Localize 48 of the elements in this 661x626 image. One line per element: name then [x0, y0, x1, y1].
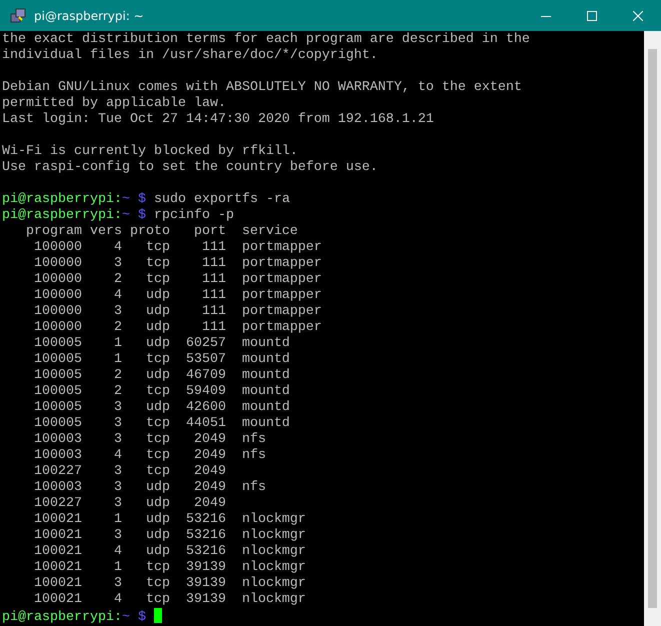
close-icon	[633, 10, 643, 20]
output-line: 100021 4 tcp 39139 nlockmgr	[32, 592, 306, 607]
output-line: Use raspi-config to set the country before use.	[2, 160, 378, 175]
command-text: sudo exportfs -ra	[154, 192, 290, 207]
output-line: Wi-Fi is currently blocked by rfkill.	[2, 144, 298, 159]
prompt-user-host: pi@raspberrypi:	[2, 192, 122, 207]
output-line: 100005 2 udp 46709 mountd	[32, 368, 290, 383]
output-line: permitted by applicable law.	[2, 96, 226, 111]
output-line: 100000 4 udp 111 portmapper	[32, 288, 322, 303]
scrollbar[interactable]	[644, 31, 661, 626]
terminal-app-icon	[10, 8, 26, 24]
prompt-path: ~	[122, 192, 130, 207]
output-line: Debian GNU/Linux comes with ABSOLUTELY NO WARRANTY, to the extent	[2, 80, 522, 95]
maximize-icon	[587, 10, 597, 20]
output-line: 100005 3 udp 42600 mountd	[32, 400, 290, 415]
output-line: 100003 3 udp 2049 nfs	[32, 480, 266, 495]
output-line: 100021 3 udp 53216 nlockmgr	[32, 528, 306, 543]
output-line: 100000 4 tcp 111 portmapper	[32, 240, 322, 255]
output-line: 100005 1 udp 60257 mountd	[32, 336, 290, 351]
output-line: 100021 1 tcp 39139 nlockmgr	[32, 560, 306, 575]
output-line: 100021 4 udp 53216 nlockmgr	[32, 544, 306, 559]
output-line: 100000 2 tcp 111 portmapper	[32, 272, 322, 287]
output-line: 100000 3 udp 111 portmapper	[32, 304, 322, 319]
output-line: 100005 1 tcp 53507 mountd	[32, 352, 290, 367]
scrollbar-thumb[interactable]	[648, 49, 657, 608]
output-line: Last login: Tue Oct 27 14:47:30 2020 from 192.168.1.21	[2, 112, 434, 127]
output-line: 100227 3 tcp 2049	[32, 464, 226, 479]
output-line: 100000 3 tcp 111 portmapper	[32, 256, 322, 271]
prompt-user-host: pi@raspberrypi:	[2, 610, 122, 625]
prompt-symbol: $	[138, 610, 146, 625]
output-line: the exact distribution terms for each program are described in the	[2, 32, 530, 47]
prompt-symbol: $	[138, 192, 146, 207]
prompt-user-host: pi@raspberrypi:	[2, 208, 122, 223]
output-line: 100021 1 udp 53216 nlockmgr	[32, 512, 306, 527]
output-line: 100005 3 tcp 44051 mountd	[32, 416, 290, 431]
window-title: pi@raspberrypi: ~	[34, 8, 145, 22]
output-line: 100003 3 tcp 2049 nfs	[32, 432, 266, 447]
output-line: 100227 3 udp 2049	[32, 496, 226, 511]
output-line: program vers proto port service	[24, 224, 298, 239]
output-line: 100003 4 tcp 2049 nfs	[32, 448, 266, 463]
output-line: 100021 3 tcp 39139 nlockmgr	[32, 576, 306, 591]
output-line: 100000 2 udp 111 portmapper	[32, 320, 322, 335]
prompt-path: ~	[122, 208, 130, 223]
output-line: individual files in /usr/share/doc/*/copyright.	[2, 48, 378, 63]
output-line: 100005 2 tcp 59409 mountd	[32, 384, 290, 399]
command-text: rpcinfo -p	[154, 208, 234, 223]
prompt-symbol: $	[138, 208, 146, 223]
prompt-path: ~	[122, 610, 130, 625]
